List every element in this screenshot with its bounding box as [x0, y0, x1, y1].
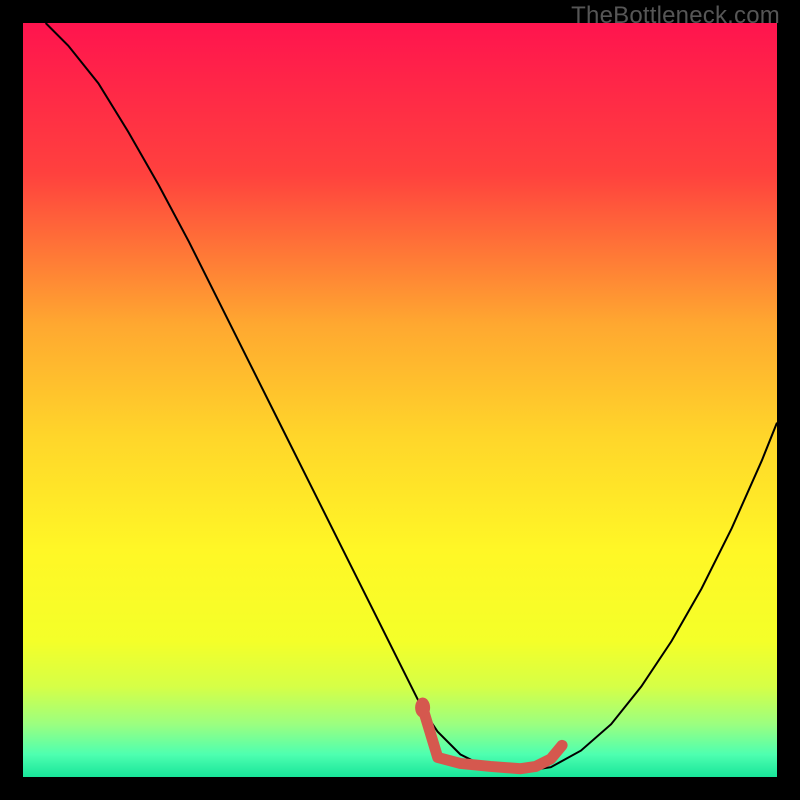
chart-plot: [23, 23, 777, 777]
highlight-dot: [415, 698, 430, 718]
chart-frame: TheBottleneck.com: [0, 0, 800, 800]
marker-layer: [415, 698, 430, 718]
